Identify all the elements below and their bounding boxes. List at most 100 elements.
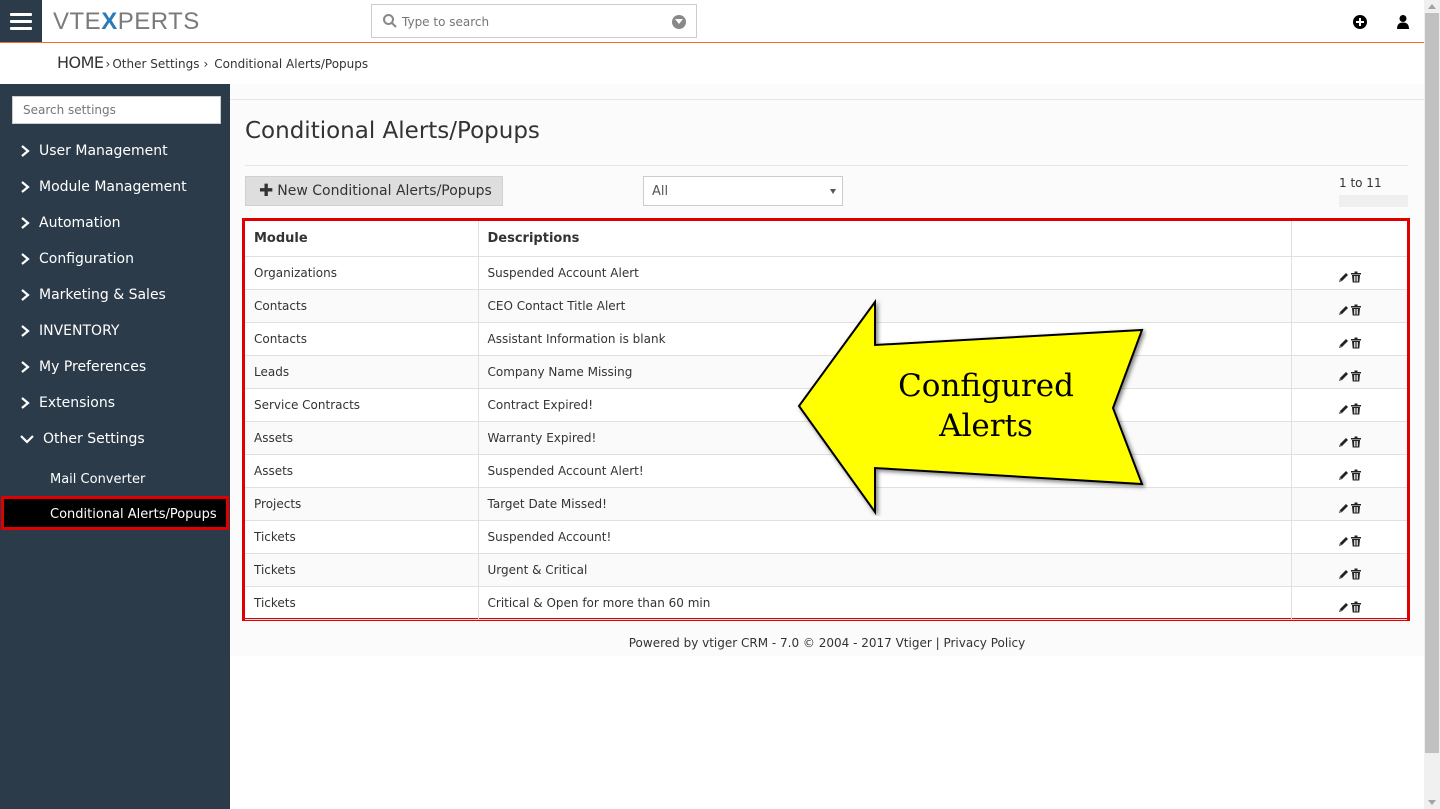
table-row[interactable]: Organizations Suspended Account Alert [245,256,1407,290]
chevron-right-icon [21,289,30,301]
cell-actions [1291,355,1407,389]
divider [245,165,1408,166]
chevron-right-icon [21,397,30,409]
pencil-icon[interactable] [1338,370,1350,382]
chevron-right-icon [21,217,30,229]
pencil-icon[interactable] [1338,304,1350,316]
table-row[interactable]: Tickets Urgent & Critical [245,553,1407,587]
trash-icon[interactable] [1350,601,1362,613]
cell-module: Organizations [245,256,479,290]
column-header-module[interactable]: Module [245,221,479,257]
pencil-icon[interactable] [1338,271,1350,283]
cell-actions [1291,553,1407,587]
chevron-right-icon [21,325,30,337]
cell-actions [1291,256,1407,290]
trash-icon[interactable] [1350,370,1362,382]
breadcrumb: HOME › Other Settings › Conditional Aler… [57,53,368,72]
cell-actions [1291,586,1407,620]
pencil-icon[interactable] [1338,502,1350,514]
cell-module: Contacts [245,322,479,356]
cell-actions [1291,289,1407,323]
settings-sidebar: User Management Module Management Automa… [0,84,230,809]
search-input[interactable] [402,12,662,32]
sidebar-subitem-mail-converter[interactable]: Mail Converter [50,472,145,487]
sidebar-item-marketing-sales[interactable]: Marketing & Sales [18,284,166,306]
sidebar-item-inventory[interactable]: INVENTORY [18,320,119,342]
settings-search[interactable] [12,96,221,124]
plus-circle-icon[interactable] [1352,14,1368,30]
divider [230,99,1424,100]
chevron-right-icon [21,181,30,193]
chevron-right-icon [21,145,30,157]
sidebar-item-my-preferences[interactable]: My Preferences [18,356,146,378]
cell-description: Suspended Account! [478,520,1292,554]
cell-module: Assets [245,454,479,488]
breadcrumb-other-settings[interactable]: Other Settings [112,57,199,71]
scroll-up-icon[interactable] [1428,4,1436,9]
trash-icon[interactable] [1350,403,1362,415]
sidebar-item-automation[interactable]: Automation [18,212,121,234]
scrollbar-thumb[interactable] [1425,13,1439,753]
cell-description: Urgent & Critical [478,553,1292,587]
new-conditional-alert-button[interactable]: ✚ New Conditional Alerts/Popups [245,176,503,206]
sidebar-subitem-conditional-alerts[interactable]: Conditional Alerts/Popups [1,496,229,530]
pencil-icon[interactable] [1338,469,1350,481]
cell-description: Suspended Account Alert [478,256,1292,290]
cell-module: Projects [245,487,479,521]
scroll-down-icon[interactable] [1428,800,1436,805]
pencil-icon[interactable] [1338,337,1350,349]
breadcrumb-home[interactable]: HOME [57,53,104,72]
paging-info: 1 to 11 [1339,176,1382,190]
chevron-right-icon [21,253,30,265]
plus-icon: ✚ [259,181,274,201]
table-row[interactable]: Tickets Critical & Open for more than 60 … [245,586,1407,620]
trash-icon[interactable] [1350,436,1362,448]
pencil-icon[interactable] [1338,436,1350,448]
global-search[interactable] [371,4,697,38]
cell-actions [1291,454,1407,488]
chevron-right-icon [21,361,30,373]
page-scrollbar[interactable] [1424,0,1440,809]
settings-search-input[interactable] [13,97,220,123]
breadcrumb-separator: › [105,57,111,71]
sidebar-item-module-management[interactable]: Module Management [18,176,187,198]
pencil-icon[interactable] [1338,601,1350,613]
page-title: Conditional Alerts/Popups [245,118,540,144]
trash-icon[interactable] [1350,271,1362,283]
sidebar-item-configuration[interactable]: Configuration [18,248,134,270]
logo[interactable]: VTEXPERTS [53,8,200,36]
module-filter-select[interactable]: All [643,176,843,206]
trash-icon[interactable] [1350,535,1362,547]
cell-module: Tickets [245,520,479,554]
cell-module: Tickets [245,553,479,587]
cell-module: Service Contracts [245,388,479,422]
paging-controls[interactable] [1339,195,1408,207]
cell-actions [1291,421,1407,455]
table-header-row: Module Descriptions [245,221,1407,257]
cell-actions [1291,322,1407,356]
trash-icon[interactable] [1350,304,1362,316]
search-icon [383,14,397,28]
trash-icon[interactable] [1350,502,1362,514]
sidebar-item-other-settings[interactable]: Other Settings [18,428,145,450]
sidebar-item-extensions[interactable]: Extensions [18,392,115,414]
search-dropdown-icon[interactable] [672,15,686,29]
cell-actions [1291,520,1407,554]
pencil-icon[interactable] [1338,568,1350,580]
table-row[interactable]: Tickets Suspended Account! [245,520,1407,554]
column-header-descriptions[interactable]: Descriptions [478,221,1292,257]
breadcrumb-current: Conditional Alerts/Popups [214,57,369,71]
column-header-actions [1291,221,1407,257]
footer: Powered by vtiger CRM - 7.0 © 2004 - 201… [628,636,1026,650]
dropdown-arrow-icon [830,189,836,194]
hamburger-menu-icon[interactable] [0,0,42,42]
trash-icon[interactable] [1350,337,1362,349]
user-icon[interactable] [1395,14,1411,30]
trash-icon[interactable] [1350,568,1362,580]
pencil-icon[interactable] [1338,535,1350,547]
cell-module: Assets [245,421,479,455]
pencil-icon[interactable] [1338,403,1350,415]
trash-icon[interactable] [1350,469,1362,481]
sidebar-item-user-management[interactable]: User Management [18,140,168,162]
cell-module: Leads [245,355,479,389]
